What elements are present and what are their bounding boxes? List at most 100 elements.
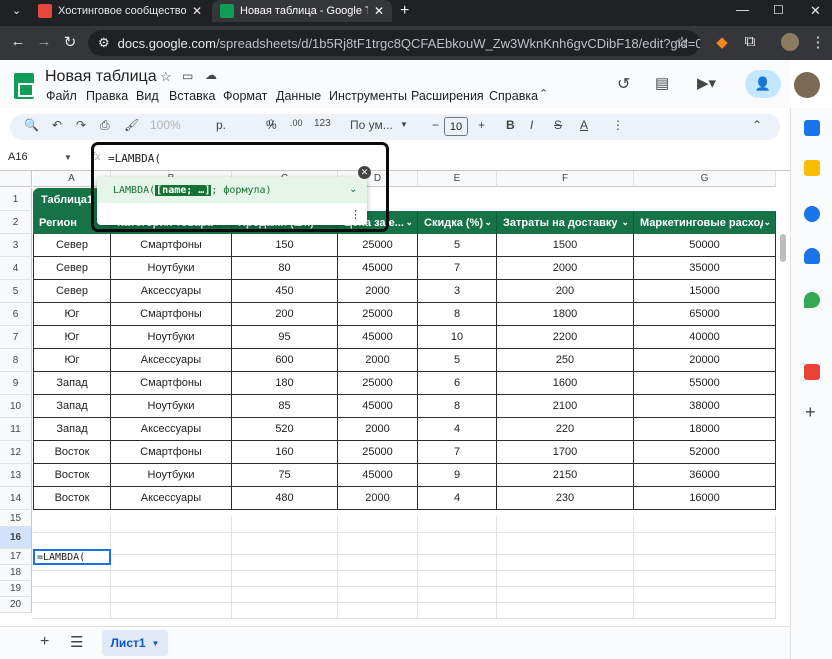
currency-format-button[interactable]: р. (216, 118, 226, 132)
undo-icon[interactable]: ↶ (52, 118, 62, 132)
empty-cell[interactable] (232, 555, 338, 571)
collapse-toolbar-icon[interactable]: ⌃ (752, 118, 762, 132)
empty-cell[interactable] (232, 571, 338, 587)
table-cell[interactable]: 7 (418, 257, 497, 280)
empty-cell[interactable] (634, 516, 776, 533)
table-cell[interactable]: 25000 (338, 303, 418, 326)
column-header-f[interactable]: F (497, 171, 634, 187)
new-tab-button[interactable]: + (400, 2, 409, 20)
table-cell[interactable]: 5 (418, 234, 497, 257)
more-formats-button[interactable]: 123 (314, 118, 331, 129)
spreadsheet-grid[interactable]: ABCDEFG 1234567891011121314151617181920 … (0, 171, 790, 626)
table-cell[interactable]: 2200 (497, 326, 634, 349)
italic-button[interactable]: I (530, 118, 533, 132)
table-cell[interactable]: Запад (33, 418, 111, 441)
table-cell[interactable]: 18000 (634, 418, 776, 441)
table-cell[interactable]: 2150 (497, 464, 634, 487)
site-info-icon[interactable]: ⚙ (98, 35, 110, 51)
table-cell[interactable]: Ноутбуки (111, 464, 232, 487)
empty-cell[interactable] (418, 516, 497, 533)
browser-menu-icon[interactable]: ⋮ (808, 33, 828, 51)
row-header[interactable]: 16 (0, 527, 32, 549)
font-select-chevron-icon[interactable]: ▼ (400, 120, 408, 129)
table-header-cell[interactable]: Скидка (%) ⌄ (418, 211, 497, 234)
table-cell[interactable]: 8 (418, 395, 497, 418)
table-header-cell[interactable]: Затраты на доставку ⌄ (497, 211, 634, 234)
empty-cell[interactable] (338, 603, 418, 619)
table-cell[interactable]: 75 (232, 464, 338, 487)
table-cell[interactable]: Восток (33, 464, 111, 487)
table-cell[interactable]: 2000 (338, 280, 418, 303)
table-cell[interactable]: 65000 (634, 303, 776, 326)
table-cell[interactable]: 200 (232, 303, 338, 326)
decrease-decimal-button[interactable]: .0 (266, 118, 274, 128)
empty-cell[interactable] (33, 516, 111, 533)
metamask-extension-icon[interactable]: ◆ (712, 33, 732, 51)
row-header[interactable]: 18 (0, 565, 32, 581)
menu-data[interactable]: Данные (276, 89, 321, 103)
all-sheets-icon[interactable]: ☰ (70, 633, 83, 651)
table-cell[interactable]: 520 (232, 418, 338, 441)
browser-tab-sheets[interactable]: Новая таблица - Google Табл ✕ (212, 0, 392, 22)
table-cell[interactable]: 35000 (634, 257, 776, 280)
empty-cell[interactable] (111, 571, 232, 587)
table-header-cell[interactable]: Маркетинговые расходы ⌄ (634, 211, 776, 234)
table-cell[interactable]: Смартфоны (111, 372, 232, 395)
column-filter-chevron-icon[interactable]: ⌄ (621, 217, 629, 228)
increase-decimal-button[interactable]: .00 (290, 118, 303, 128)
row-header[interactable]: 10 (0, 395, 32, 418)
vertical-scrollbar[interactable] (780, 234, 786, 262)
zoom-select[interactable]: 100% (150, 118, 181, 132)
paint-format-icon[interactable]: 🖌 (124, 118, 139, 132)
address-bar[interactable]: ⚙ docs.google.com /spreadsheets/d/1b5Rj8… (88, 30, 700, 56)
table-cell[interactable]: 15000 (634, 280, 776, 303)
empty-cell[interactable] (338, 516, 418, 533)
add-sheet-button[interactable]: + (40, 633, 49, 651)
document-title[interactable]: Новая таблица (45, 68, 157, 86)
back-icon[interactable]: ← (8, 33, 28, 50)
empty-cell[interactable] (111, 555, 232, 571)
more-options-icon[interactable]: ⋮ (612, 118, 624, 132)
table-cell[interactable]: Ноутбуки (111, 395, 232, 418)
forward-icon[interactable]: → (34, 33, 54, 50)
table-cell[interactable]: 2000 (338, 349, 418, 372)
table-cell[interactable]: Запад (33, 372, 111, 395)
table-cell[interactable]: 95 (232, 326, 338, 349)
empty-cell[interactable] (111, 533, 232, 555)
row-header[interactable]: 20 (0, 597, 32, 613)
empty-cell[interactable] (634, 603, 776, 619)
table-cell[interactable]: 2100 (497, 395, 634, 418)
table-cell[interactable]: 1800 (497, 303, 634, 326)
empty-cell[interactable] (338, 555, 418, 571)
close-icon[interactable]: ✕ (192, 4, 202, 18)
empty-cell[interactable] (634, 571, 776, 587)
table-cell[interactable]: Ноутбуки (111, 326, 232, 349)
row-header[interactable]: 12 (0, 441, 32, 464)
table-cell[interactable]: 1600 (497, 372, 634, 395)
table-cell[interactable]: Юг (33, 326, 111, 349)
font-select[interactable]: По ум... (350, 118, 393, 132)
empty-cell[interactable] (232, 603, 338, 619)
share-button[interactable]: 👤 (745, 70, 781, 98)
name-box-chevron-icon[interactable]: ▼ (64, 153, 72, 162)
empty-cell[interactable] (33, 571, 111, 587)
table-cell[interactable]: 180 (232, 372, 338, 395)
reload-icon[interactable]: ↻ (60, 33, 80, 51)
empty-cell[interactable] (497, 571, 634, 587)
extensions-icon[interactable]: ⧉ (740, 33, 760, 50)
calendar-icon[interactable] (804, 120, 820, 136)
minimize-button[interactable]: — (736, 2, 749, 17)
table-cell[interactable]: Аксессуары (111, 418, 232, 441)
browser-tab-hosting[interactable]: Хостинговое сообщество «Tim ✕ (30, 0, 210, 22)
table-cell[interactable]: 40000 (634, 326, 776, 349)
menu-extensions[interactable]: Расширения (411, 89, 484, 103)
empty-cell[interactable] (497, 603, 634, 619)
table-cell[interactable]: 20000 (634, 349, 776, 372)
table-cell[interactable]: Восток (33, 441, 111, 464)
account-avatar[interactable] (794, 72, 820, 98)
column-header-g[interactable]: G (634, 171, 776, 187)
move-folder-icon[interactable]: ▭ (182, 69, 193, 83)
table-cell[interactable]: 4 (418, 487, 497, 510)
empty-cell[interactable] (33, 587, 111, 603)
empty-cell[interactable] (232, 587, 338, 603)
